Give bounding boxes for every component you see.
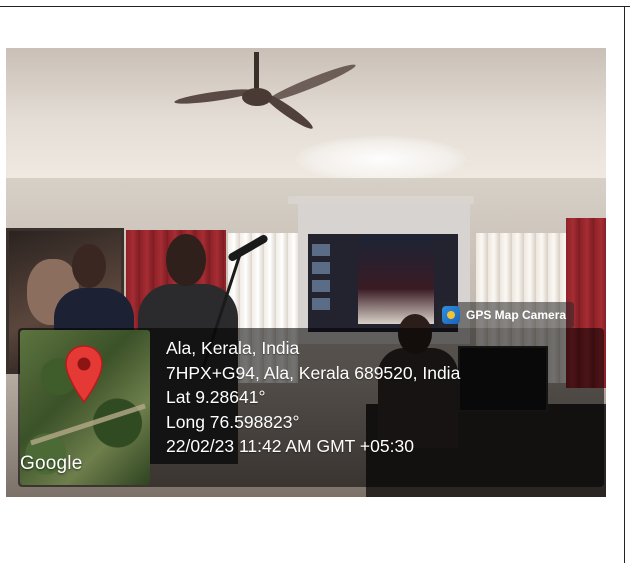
slide-thumbnail — [312, 244, 330, 256]
location-pin-icon — [65, 345, 103, 404]
datetime-line: 22/02/23 11:42 AM GMT +05:30 — [166, 436, 414, 457]
location-details: Ala, Kerala, India 7HPX+G94, Ala, Kerala… — [166, 336, 596, 459]
location-title: Ala, Kerala, India — [166, 338, 300, 358]
slide-thumbnail — [312, 280, 330, 292]
slide-book-cover — [358, 236, 434, 324]
gps-badge-label: GPS Map Camera — [466, 308, 567, 322]
projector-screen-roller — [288, 196, 474, 204]
google-watermark: Google — [20, 453, 83, 474]
ceiling-light — [296, 136, 466, 182]
map-thumbnail: Google — [20, 330, 150, 485]
gps-map-camera-badge: GPS Map Camera — [438, 302, 575, 328]
latitude-line: Lat 9.28641° — [166, 387, 266, 408]
gps-map-camera-app-icon — [442, 306, 460, 324]
map-road — [30, 403, 146, 446]
ceiling-fan-hub — [242, 88, 272, 106]
slide-thumbnail — [312, 298, 330, 310]
slide-thumbnail — [312, 262, 330, 274]
address-line: 7HPX+G94, Ala, Kerala 689520, India — [166, 362, 461, 383]
speaker-head — [166, 234, 206, 286]
page-top-border — [0, 6, 630, 7]
longitude-line: Long 76.598823° — [166, 411, 300, 432]
page-right-border — [624, 6, 625, 563]
student-head — [72, 244, 106, 288]
ceiling-fan-rod — [254, 52, 259, 90]
